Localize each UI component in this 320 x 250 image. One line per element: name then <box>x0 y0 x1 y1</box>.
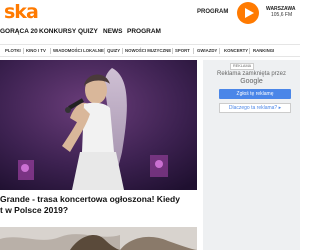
report-ad-button[interactable]: Zgłoś tę reklamę <box>219 89 291 99</box>
subnav-item-koncerty[interactable]: KONCERTY <box>224 48 248 53</box>
nav-item-news[interactable]: NEWS <box>103 28 123 35</box>
main-nav: GORĄCA 20 KONKURSY QUIZY NEWS PROGRAM <box>0 28 300 40</box>
article-thumbnail[interactable] <box>0 227 197 250</box>
subnav-item-gwiazdy[interactable]: GWIAZDY <box>197 48 217 53</box>
subnav-item-plotki[interactable]: PLOTKI <box>5 48 21 53</box>
nav-item-goraca-20[interactable]: GORĄCA 20 <box>0 28 38 35</box>
divider <box>23 48 24 54</box>
divider <box>104 48 105 54</box>
subnav-item-wiadomosci-lokalne[interactable]: WIADOMOŚCI LOKALNE <box>53 48 104 53</box>
nav-item-quizy[interactable]: QUIZY <box>78 28 98 35</box>
hero-image[interactable] <box>0 60 197 190</box>
article-title-line-2: t w Polsce 2019? <box>0 205 69 215</box>
subnav-item-sport[interactable]: SPORT <box>175 48 190 53</box>
divider <box>219 48 220 54</box>
site-logo[interactable]: ska <box>4 2 39 22</box>
nav-item-konkursy[interactable]: KONKURSY <box>39 28 76 35</box>
ad-provider: Google <box>240 78 263 85</box>
ad-closed-text: Reklama zamknięta przez <box>216 71 287 77</box>
subnav-item-kino-i-tv[interactable]: KINO I TV <box>26 48 46 53</box>
concert-photo-icon <box>0 60 197 190</box>
subnav-item-quizy[interactable]: QUIZY <box>107 48 120 53</box>
subnav-item-rankingi[interactable]: RANKINGI <box>253 48 274 53</box>
why-this-ad-label: Dlaczego ta reklama? <box>228 105 278 111</box>
divider <box>249 48 250 54</box>
article-title[interactable]: Grande - trasa koncertowa ogłoszona! Kie… <box>0 194 197 216</box>
thumbnail-image-icon <box>0 227 197 250</box>
why-this-ad-button[interactable]: Dlaczego ta reklama? ▸ <box>219 103 291 113</box>
arrow-right-icon: ▸ <box>278 105 282 111</box>
ad-badge: REKLAMA <box>230 63 255 70</box>
site-header: ska PROGRAM WARSZAWA 105,6 FM <box>0 0 300 25</box>
ad-container: REKLAMA Reklama zamknięta przez Google Z… <box>203 60 300 250</box>
divider <box>50 48 51 54</box>
divider <box>193 48 194 54</box>
play-icon <box>244 8 254 18</box>
station-frequency: 105,6 FM <box>271 12 293 18</box>
sub-nav: PLOTKI KINO I TV WIADOMOŚCI LOKALNE QUIZ… <box>0 44 300 57</box>
divider <box>172 48 173 54</box>
subnav-item-nowosci-muzyczne[interactable]: NOWOŚCI MUZYCZNE <box>125 48 171 53</box>
divider <box>122 48 123 54</box>
nav-item-program[interactable]: PROGRAM <box>127 28 161 35</box>
program-link[interactable]: PROGRAM <box>197 9 228 15</box>
play-button[interactable] <box>237 2 259 24</box>
article-title-line-1: Grande - trasa koncertowa ogłoszona! Kie… <box>0 194 180 204</box>
